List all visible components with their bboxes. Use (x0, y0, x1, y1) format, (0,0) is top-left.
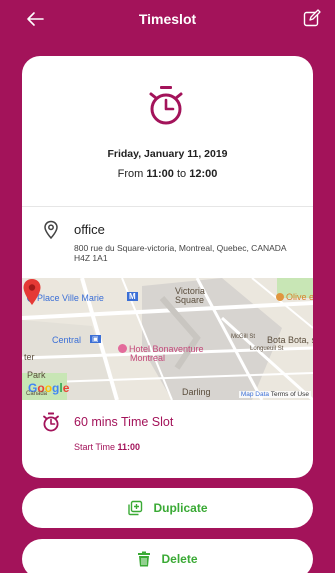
edit-icon[interactable] (303, 9, 321, 27)
map-label-olive: Olive et (276, 292, 313, 302)
map-attribution: Map Data Terms of Use (238, 391, 311, 398)
slot-start-time: Start Time 11:00 (74, 442, 141, 452)
map-marker-icon[interactable] (22, 278, 42, 306)
map-label-bota-bota: Bota Bota, spa (267, 335, 313, 345)
map-label-darling: Darling (182, 387, 211, 397)
delete-button[interactable]: Delete (22, 539, 313, 573)
timeslot-card: Friday, January 11, 2019 From 11:00 to 1… (22, 56, 313, 478)
train-icon: ▣ (90, 335, 101, 343)
slot-duration: 60 mins Time Slot (74, 415, 174, 429)
arrow-left-icon[interactable] (24, 8, 46, 30)
duplicate-label: Duplicate (153, 501, 208, 515)
map-label-ter: ter (24, 352, 35, 362)
location-map[interactable]: Place Ville Marie M Victoria Square Oliv… (22, 278, 313, 400)
map-label-park: Park (27, 370, 46, 380)
duplicate-icon (128, 500, 143, 516)
map-label-central: Central (52, 335, 82, 345)
map-label-longueuil: Longueuil St (250, 346, 284, 352)
map-label-mcgill: McGill St (231, 334, 255, 340)
trash-icon (138, 551, 151, 567)
stopwatch-icon (43, 412, 59, 432)
divider (22, 206, 313, 207)
map-label-square: Square (175, 295, 205, 305)
location-pin-icon (44, 220, 58, 240)
map-label-canada: Canada (26, 391, 48, 397)
stopwatch-icon (149, 86, 183, 125)
end-time: 12:00 (189, 168, 218, 180)
top-bar: Timeslot (0, 0, 335, 38)
metro-icon: M (127, 292, 138, 301)
delete-label: Delete (161, 552, 198, 566)
map-label-montreal: Montreal (130, 353, 166, 363)
page-title: Timeslot (138, 11, 197, 27)
event-time-range: From 11:00 to 12:00 (117, 168, 218, 180)
event-date: Friday, January 11, 2019 (107, 148, 228, 160)
location-name: office (74, 222, 105, 237)
duplicate-button[interactable]: Duplicate (22, 488, 313, 528)
location-address: 800 rue du Square-victoria, Montreal, Qu… (74, 243, 287, 263)
terms-link[interactable]: Terms of Use (271, 391, 309, 398)
start-time: 11:00 (146, 168, 174, 180)
map-data-link[interactable]: Map Data (241, 391, 269, 398)
